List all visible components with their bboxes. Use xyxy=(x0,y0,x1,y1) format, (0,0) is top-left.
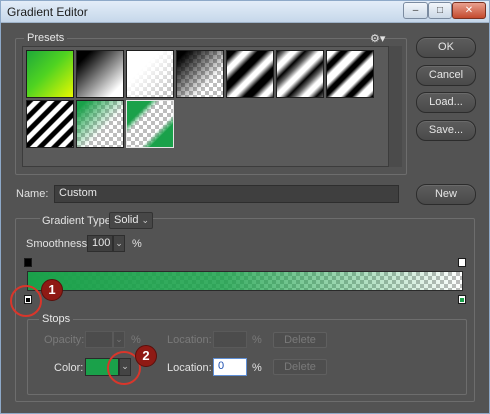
minimize-button[interactable]: – xyxy=(403,2,428,19)
smoothness-label: Smoothness: xyxy=(26,238,91,250)
opacity-dropdown[interactable]: ⌄ xyxy=(113,331,125,348)
chevron-down-icon: ⌄ xyxy=(141,215,149,225)
preset-diagonal-stripes-2[interactable] xyxy=(326,50,374,98)
new-button[interactable]: New xyxy=(416,184,476,205)
load-button[interactable]: Load... xyxy=(416,92,476,113)
annotation-badge-2: 2 xyxy=(135,345,157,367)
gradient-preview-bar[interactable] xyxy=(27,271,463,291)
smoothness-input[interactable]: 100 xyxy=(87,235,113,252)
opacity-stop-left[interactable] xyxy=(24,258,32,267)
preset-white-transparent[interactable] xyxy=(126,50,174,98)
smoothness-unit: % xyxy=(132,238,142,250)
gear-icon[interactable]: ⚙▾ xyxy=(370,32,385,45)
preset-black-white[interactable] xyxy=(76,50,124,98)
window-title: Gradient Editor xyxy=(7,5,88,19)
color-label: Color: xyxy=(54,362,84,374)
opacity-stop-right[interactable] xyxy=(458,258,466,267)
smoothness-dropdown[interactable]: ⌄ xyxy=(113,235,125,252)
opacity-location-unit: % xyxy=(252,334,262,346)
color-location-unit: % xyxy=(252,362,262,374)
opacity-delete-button[interactable]: Delete xyxy=(273,332,327,348)
preset-green-corner[interactable] xyxy=(126,100,174,148)
save-button[interactable]: Save... xyxy=(416,120,476,141)
opacity-location-input[interactable] xyxy=(213,331,247,348)
gradient-editor-window: Gradient Editor – □ ✕ Presets ⚙▾ OK Canc… xyxy=(0,0,490,414)
preset-green-transparent[interactable] xyxy=(76,100,124,148)
cancel-button[interactable]: Cancel xyxy=(416,65,476,86)
opacity-label: Opacity: xyxy=(44,334,85,346)
color-delete-button[interactable]: Delete xyxy=(273,359,327,375)
preset-green-yellow[interactable] xyxy=(26,50,74,98)
preset-thin-stripes[interactable] xyxy=(26,100,74,148)
chevron-down-icon: ⌄ xyxy=(115,238,123,248)
chevron-down-icon: ⌄ xyxy=(115,334,123,344)
presets-scrollbar[interactable] xyxy=(388,46,402,167)
ok-button[interactable]: OK xyxy=(416,37,476,58)
annotation-circle-1 xyxy=(10,285,42,317)
color-location-input[interactable]: 0 xyxy=(213,358,247,376)
opacity-location-label: Location: xyxy=(167,334,212,346)
gradient-type-value: Solid xyxy=(114,214,139,226)
stops-legend: Stops xyxy=(39,313,74,325)
presets-grid xyxy=(22,46,402,167)
opacity-input[interactable] xyxy=(85,331,113,348)
gradient-type-select[interactable]: Solid ⌄ xyxy=(109,212,153,229)
name-input[interactable]: Custom xyxy=(54,185,399,203)
preset-diagonal-soft[interactable] xyxy=(226,50,274,98)
maximize-button[interactable]: □ xyxy=(428,2,452,19)
preset-black-transparent[interactable] xyxy=(176,50,224,98)
color-stop-right[interactable] xyxy=(458,295,466,304)
color-location-label: Location: xyxy=(167,362,212,374)
preset-diagonal-stripes[interactable] xyxy=(276,50,324,98)
presets-legend: Presets xyxy=(24,32,68,44)
opacity-unit: % xyxy=(131,334,141,346)
gradient-type-label: Gradient Type: xyxy=(40,215,116,227)
title-bar[interactable]: Gradient Editor – □ ✕ xyxy=(1,1,489,23)
name-label: Name: xyxy=(16,188,49,200)
annotation-badge-1: 1 xyxy=(41,279,63,301)
close-button[interactable]: ✕ xyxy=(452,2,486,19)
